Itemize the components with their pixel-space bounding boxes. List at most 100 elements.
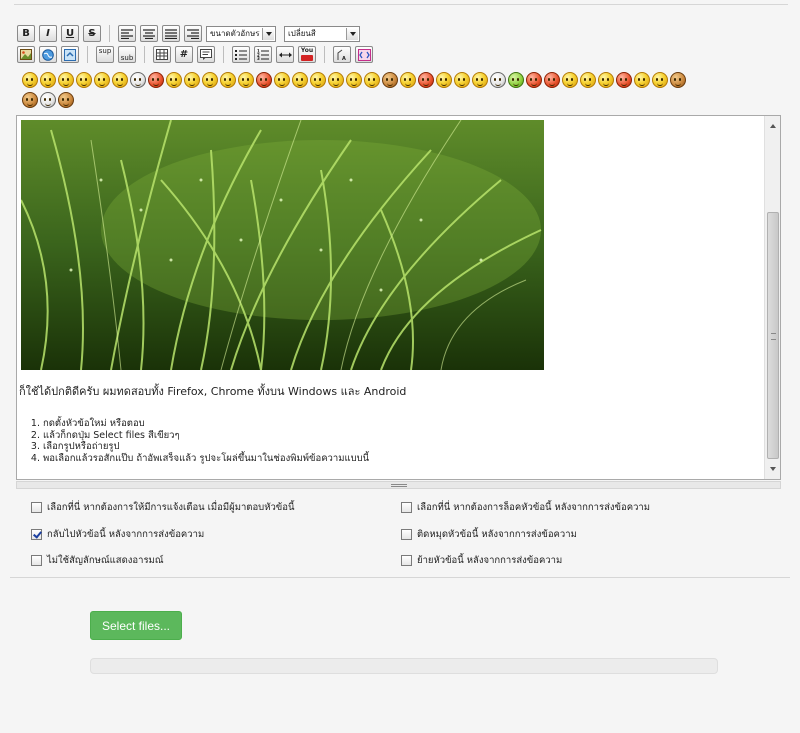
emoticon-finger-icon[interactable]: [652, 72, 668, 88]
align-left-button[interactable]: [118, 25, 136, 42]
insert-youtube-button[interactable]: You: [298, 46, 316, 63]
emoticon-shocked-icon[interactable]: [130, 72, 146, 88]
align-justify-button[interactable]: [162, 25, 180, 42]
emoticon-cheesy-icon[interactable]: [58, 72, 74, 88]
scroll-up-icon[interactable]: [765, 118, 781, 134]
emoticon-huh-icon[interactable]: [166, 72, 182, 88]
emoticon-blush-icon[interactable]: [400, 72, 416, 88]
bullet-list-button[interactable]: [232, 46, 250, 63]
toolbar-separator: [324, 46, 325, 63]
color-select-value: เปลี่ยนสี: [288, 29, 316, 38]
emoticon-peace-icon[interactable]: [634, 72, 650, 88]
underline-icon: U: [65, 28, 75, 39]
insert-code-button[interactable]: #: [175, 46, 193, 63]
emoticon-kiss-icon[interactable]: [274, 72, 290, 88]
emoticon-monkey-icon[interactable]: [22, 92, 38, 108]
bold-icon: B: [22, 28, 30, 39]
list-item: กดตั้งหัวข้อใหม่ หรือตอบ: [43, 418, 369, 430]
emoticon-angry-icon[interactable]: [94, 72, 110, 88]
select-files-button[interactable]: Select files...: [90, 611, 182, 640]
toolbar-separator: [109, 25, 110, 42]
subscript-button[interactable]: sub: [118, 46, 136, 63]
emoticon-nerd-icon[interactable]: [598, 72, 614, 88]
emoticon-grin-icon[interactable]: [76, 72, 92, 88]
font-size-select[interactable]: ขนาดตัวอักษร: [206, 25, 276, 42]
emoticon-azn-icon[interactable]: [328, 72, 344, 88]
emoticon-happy-icon[interactable]: [454, 72, 470, 88]
move-topic-checkbox[interactable]: [401, 555, 412, 566]
horizontal-rule-button[interactable]: [276, 46, 294, 63]
emoticon-whistle-icon[interactable]: [562, 72, 578, 88]
emoticon-mad-icon[interactable]: [616, 72, 632, 88]
italic-icon: I: [46, 28, 50, 39]
emoticon-undecided-icon[interactable]: [256, 72, 272, 88]
emoticon-cry-icon[interactable]: [292, 72, 308, 88]
emoticon-smile-icon[interactable]: [22, 72, 38, 88]
align-center-button[interactable]: [140, 25, 158, 42]
emoticon-think-icon[interactable]: [580, 72, 596, 88]
scroll-down-icon[interactable]: [765, 461, 781, 477]
emoticon-rolleyes-icon[interactable]: [184, 72, 200, 88]
emoticon-embarrassed-icon[interactable]: [220, 72, 236, 88]
youtube-icon: You: [300, 47, 314, 54]
editor-resize-handle[interactable]: [16, 481, 781, 489]
emoticon-thumbs-icon[interactable]: [670, 72, 686, 88]
emoticon-panda-icon[interactable]: [40, 92, 56, 108]
insert-table-button[interactable]: [153, 46, 171, 63]
emoticon-sad-icon[interactable]: [112, 72, 128, 88]
emoticon-bear-icon[interactable]: [382, 72, 398, 88]
emoticon-evil-icon[interactable]: [310, 72, 326, 88]
emoticon-cool-icon[interactable]: [148, 72, 164, 88]
top-divider: [14, 4, 788, 5]
emoticon-laugh-icon[interactable]: [364, 72, 380, 88]
emoticon-love-icon[interactable]: [526, 72, 542, 88]
insert-quote-button[interactable]: [197, 46, 215, 63]
option-label: ติดหมุดหัวข้อนี้ หลังจากการส่งข้อความ: [417, 529, 577, 540]
emoticon-wink-icon[interactable]: [40, 72, 56, 88]
message-editor[interactable]: ก็ใช้ได้ปกติดีครับ ผมทดสอบทั้ง Firefox, …: [16, 115, 781, 480]
strikethrough-button[interactable]: S: [83, 25, 101, 42]
emoticon-tongue-icon[interactable]: [202, 72, 218, 88]
list-item: พอเลือกแล้วรอสักแป๊บ ถ้าอัพเสร็จแล้ว รูป…: [43, 453, 369, 465]
sticky-topic-checkbox[interactable]: [401, 529, 412, 540]
underline-button[interactable]: U: [61, 25, 79, 42]
scrollbar-thumb[interactable]: [767, 212, 779, 459]
editor-scrollbar[interactable]: [764, 116, 780, 479]
table-icon: [156, 49, 168, 60]
grip-icon: [391, 484, 407, 487]
emoticon-lipsrsealed-icon[interactable]: [238, 72, 254, 88]
subscript-icon: sub: [120, 54, 134, 62]
option-notify: เลือกที่นี่ หากต้องการให้มีการแจ้งเตือน …: [31, 500, 295, 515]
insert-web-button[interactable]: [39, 46, 57, 63]
superscript-icon: sup: [98, 47, 112, 55]
svg-text:3: 3: [257, 56, 260, 60]
option-return-to-topic: กลับไปหัวข้อนี้ หลังจากการส่งข้อความ: [31, 527, 204, 542]
superscript-button[interactable]: sup: [96, 46, 114, 63]
lock-topic-checkbox[interactable]: [401, 502, 412, 513]
no-smileys-checkbox[interactable]: [31, 555, 42, 566]
color-select[interactable]: เปลี่ยนสี: [284, 25, 360, 42]
notify-checkbox[interactable]: [31, 502, 42, 513]
align-center-icon: [143, 28, 155, 39]
insert-link-button[interactable]: [61, 46, 79, 63]
emoticon-dizzy-icon[interactable]: [436, 72, 452, 88]
emoticon-angel-icon[interactable]: [490, 72, 506, 88]
emoticon-sleep-icon[interactable]: [472, 72, 488, 88]
emoticon-heart-icon[interactable]: [544, 72, 560, 88]
chevron-down-icon: [262, 27, 274, 40]
spoiler-icon: A: [337, 49, 346, 61]
numbered-list-button[interactable]: 123: [254, 46, 272, 63]
insert-image-button[interactable]: [17, 46, 35, 63]
return-to-topic-checkbox[interactable]: [31, 529, 42, 540]
italic-button[interactable]: I: [39, 25, 57, 42]
emoticon-afro-icon[interactable]: [346, 72, 362, 88]
toolbar-separator: [87, 46, 88, 63]
emoticon-sick-icon[interactable]: [508, 72, 524, 88]
emoticon-devil-icon[interactable]: [418, 72, 434, 88]
numbered-list-icon: 123: [257, 49, 269, 60]
bold-button[interactable]: B: [17, 25, 35, 42]
align-right-button[interactable]: [184, 25, 202, 42]
emoticon-poop-icon[interactable]: [58, 92, 74, 108]
spoiler-button[interactable]: A: [333, 46, 351, 63]
html-mode-button[interactable]: [355, 46, 373, 63]
